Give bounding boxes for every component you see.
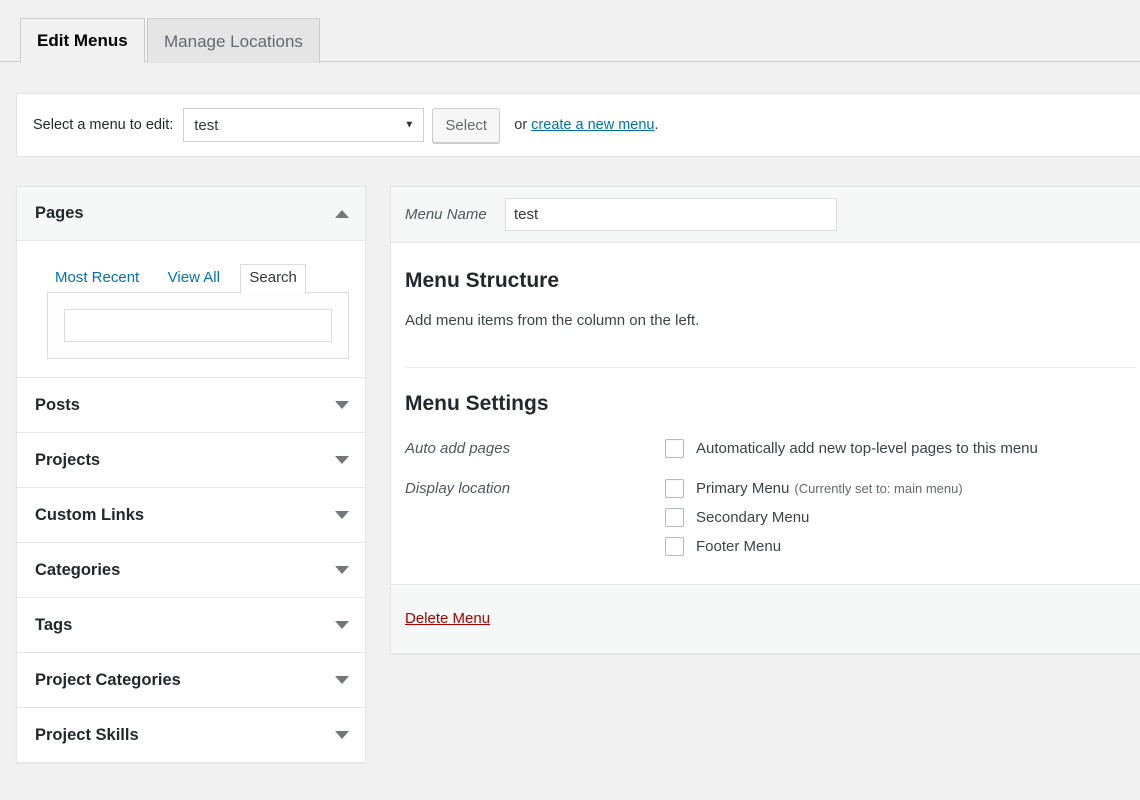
auto-add-pages-label: Auto add pages <box>405 439 511 457</box>
accordion-header-custom-links[interactable]: Custom Links <box>17 488 365 542</box>
auto-add-pages-checkbox-label: Automatically add new top-level pages to… <box>696 439 1038 457</box>
accordion-header-categories[interactable]: Categories <box>17 543 365 597</box>
tab-bar: Edit Menus Manage Locations <box>0 0 1140 63</box>
pages-tab-view-all[interactable]: View All <box>160 265 228 293</box>
auto-add-pages-checkbox-row[interactable]: Automatically add new top-level pages to… <box>665 438 1136 458</box>
chevron-down-icon[interactable] <box>335 456 349 464</box>
chevron-down-icon: ▼ <box>404 119 415 131</box>
location-label-secondary-menu: Secondary Menu <box>696 508 810 526</box>
accordion-panel-project-categories: Project Categories <box>16 653 366 708</box>
select-button[interactable]: Select <box>432 107 501 143</box>
auto-add-pages-options: Automatically add new top-level pages to… <box>665 438 1136 458</box>
display-location-label: Display location <box>405 479 511 497</box>
chevron-down-icon[interactable] <box>335 511 349 519</box>
display-location-options: Primary Menu (Currently set to: main men… <box>665 478 1136 556</box>
menu-name-label: Menu Name <box>405 206 487 223</box>
menu-select-label: Select a menu to edit: <box>33 117 174 133</box>
location-label-footer-menu: Footer Menu <box>696 537 782 555</box>
accordion-title-tags: Tags <box>35 615 73 634</box>
chevron-down-icon[interactable] <box>335 566 349 574</box>
create-a-new-menu-link[interactable]: create a new menu <box>531 117 654 133</box>
accordion-header-pages[interactable]: Pages <box>17 187 365 241</box>
menu-editor-column: Menu Name Menu Structure Add menu items … <box>390 186 1140 654</box>
accordion-title-posts: Posts <box>35 395 80 414</box>
accordion-title-project-categories: Project Categories <box>35 670 181 689</box>
checkbox-secondary-menu[interactable] <box>665 507 684 527</box>
accordion-header-projects[interactable]: Projects <box>17 433 365 487</box>
menu-select-value: test <box>194 116 219 134</box>
accordion-header-posts[interactable]: Posts <box>17 378 365 432</box>
delete-menu-link[interactable]: Delete Menu <box>405 610 490 627</box>
accordion-title-pages: Pages <box>35 204 84 222</box>
pages-tab-strip: Most Recent View All Search <box>47 263 349 294</box>
pages-tab-search[interactable]: Search <box>240 264 306 294</box>
or-text: or <box>514 117 532 133</box>
tab-edit-menus[interactable]: Edit Menus <box>20 18 145 63</box>
location-row-footer-menu[interactable]: Footer Menu <box>665 536 1136 556</box>
accordion-panel-custom-links: Custom Links <box>16 488 366 543</box>
accordion-title-categories: Categories <box>35 560 121 579</box>
accordion-panel-project-skills: Project Skills <box>16 708 366 763</box>
chevron-down-icon[interactable] <box>335 676 349 684</box>
location-label-primary-menu: Primary Menu <box>696 479 790 497</box>
checkbox-auto-add-pages[interactable] <box>665 438 684 458</box>
pages-search-panel <box>47 292 349 359</box>
accordion-panel-pages: Pages Most Recent View All Search <box>16 186 366 378</box>
accordion-panel-projects: Projects <box>16 433 366 488</box>
tab-manage-locations[interactable]: Manage Locations <box>147 18 320 63</box>
pages-tab-most-recent[interactable]: Most Recent <box>47 265 147 293</box>
period-text: . <box>654 117 659 133</box>
menu-name-input[interactable] <box>505 198 837 231</box>
menu-editor-body: Menu Structure Add menu items from the c… <box>391 243 1140 556</box>
display-location-row: Display location Primary Menu (Currently… <box>405 478 1136 556</box>
location-row-secondary-menu[interactable]: Secondary Menu <box>665 507 1136 527</box>
chevron-up-icon[interactable] <box>335 209 349 218</box>
menu-select-bar: Select a menu to edit: test ▼ Select or … <box>16 93 1140 157</box>
menu-edit-panel: Menu Name Menu Structure Add menu items … <box>390 186 1140 654</box>
accordion-panel-posts: Posts <box>16 378 366 433</box>
chevron-down-icon[interactable] <box>335 401 349 409</box>
accordion-title-projects: Projects <box>35 450 101 469</box>
pages-search-input[interactable] <box>64 309 332 342</box>
menu-select-dropdown[interactable]: test ▼ <box>183 108 425 142</box>
accordion-panel-tags: Tags <box>16 598 366 653</box>
section-divider <box>405 367 1136 369</box>
chevron-down-icon[interactable] <box>335 731 349 739</box>
menu-settings-heading: Menu Settings <box>405 392 549 416</box>
menu-name-row: Menu Name <box>391 187 1140 243</box>
chevron-down-icon[interactable] <box>335 621 349 629</box>
accordion-header-project-categories[interactable]: Project Categories <box>17 653 365 707</box>
create-menu-sentence: or create a new menu. <box>514 117 658 133</box>
accordion-header-project-skills[interactable]: Project Skills <box>17 708 365 762</box>
location-row-primary-menu[interactable]: Primary Menu (Currently set to: main men… <box>665 478 1136 498</box>
location-note-primary-menu: (Currently set to: main menu) <box>794 480 963 496</box>
checkbox-footer-menu[interactable] <box>665 536 684 556</box>
add-menu-items-column: Pages Most Recent View All Search Posts … <box>16 186 366 763</box>
accordion-body-pages: Most Recent View All Search <box>17 241 365 377</box>
accordion-panel-categories: Categories <box>16 543 366 598</box>
accordion-title-project-skills: Project Skills <box>35 725 139 744</box>
auto-add-pages-row: Auto add pages Automatically add new top… <box>405 438 1136 458</box>
menu-editor-footer: Delete Menu <box>391 583 1140 653</box>
menu-structure-heading: Menu Structure <box>405 269 560 292</box>
accordion-header-tags[interactable]: Tags <box>17 598 365 652</box>
menu-structure-description: Add menu items from the column on the le… <box>405 312 700 330</box>
accordion-title-custom-links: Custom Links <box>35 505 145 524</box>
checkbox-primary-menu[interactable] <box>665 478 684 498</box>
